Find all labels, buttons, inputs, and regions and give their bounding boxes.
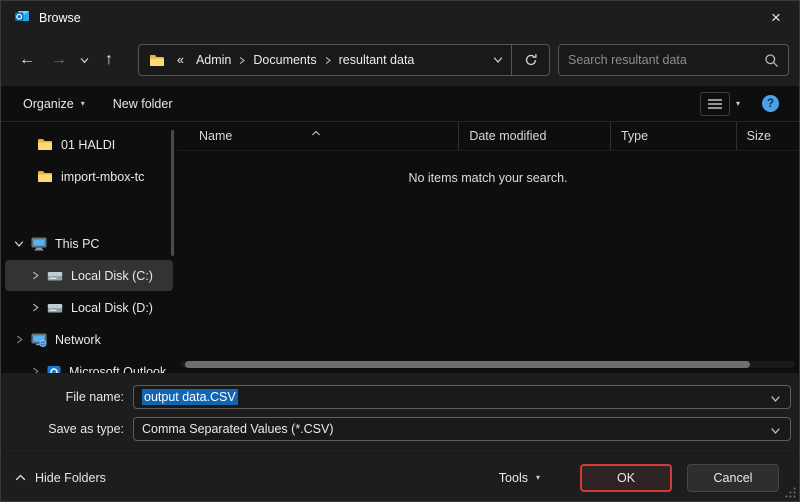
this-pc-icon — [31, 237, 47, 251]
forward-button[interactable]: → — [43, 45, 75, 76]
hide-folders-button[interactable]: Hide Folders — [15, 471, 106, 485]
file-name-value: output data.CSV — [142, 389, 238, 405]
browse-dialog: Browse × ← → ↑ « Admin Documents — [0, 0, 800, 502]
command-bar: Organize ▾ New folder ▾ ? — [1, 86, 799, 122]
tree-item-label: import-mbox-tc — [61, 170, 144, 184]
horizontal-scrollbar-thumb[interactable] — [185, 361, 750, 368]
breadcrumb-item-admin[interactable]: Admin — [190, 53, 237, 67]
save-as-type-select[interactable]: Comma Separated Values (*.CSV) — [133, 417, 791, 441]
help-button[interactable]: ? — [762, 95, 779, 112]
horizontal-scrollbar[interactable] — [181, 361, 795, 368]
breadcrumb-item-documents[interactable]: Documents — [247, 53, 322, 67]
folder-icon — [37, 138, 53, 151]
save-fields: File name: output data.CSV Save as type:… — [1, 373, 799, 453]
save-as-type-value: Comma Separated Values (*.CSV) — [142, 422, 334, 436]
tools-button[interactable]: Tools ▾ — [499, 471, 540, 485]
list-view-icon — [707, 97, 723, 111]
column-headers: Name Date modified Type Size — [177, 122, 799, 151]
chevron-down-icon[interactable] — [770, 425, 781, 439]
tree-item-network[interactable]: Network — [5, 324, 173, 355]
chevron-right-icon[interactable] — [29, 303, 41, 312]
address-dropdown-button[interactable] — [485, 45, 511, 75]
main-content: 01 HALDI import-mbox-tc This PC — [1, 122, 799, 373]
chevron-down-icon: ▾ — [536, 473, 540, 482]
back-button[interactable]: ← — [11, 45, 43, 76]
search-icon[interactable] — [764, 53, 779, 68]
tree-item-label: This PC — [55, 237, 99, 251]
cancel-button[interactable]: Cancel — [687, 464, 779, 492]
tree-item-import-mbox[interactable]: import-mbox-tc — [5, 161, 173, 192]
file-name-input[interactable]: output data.CSV — [133, 385, 791, 409]
view-dropdown-button[interactable]: ▾ — [730, 99, 746, 108]
new-folder-label: New folder — [113, 97, 173, 111]
tree-item-microsoft-outlook[interactable]: Microsoft Outlook — [5, 356, 173, 373]
tree-item-label: Local Disk (C:) — [71, 269, 153, 283]
hide-folders-label: Hide Folders — [35, 471, 106, 485]
chevron-down-icon — [493, 55, 503, 65]
chevron-up-icon — [15, 474, 26, 481]
file-name-label: File name: — [1, 390, 133, 404]
drive-icon — [47, 270, 63, 282]
close-button[interactable]: × — [753, 1, 799, 34]
chevron-down-icon[interactable] — [13, 239, 25, 249]
search-box — [558, 44, 789, 76]
outlook-icon — [14, 8, 30, 27]
up-button[interactable]: ↑ — [93, 45, 125, 76]
tree-spacer — [1, 193, 177, 227]
tree-item-label: Microsoft Outlook — [69, 365, 166, 374]
new-folder-button[interactable]: New folder — [103, 91, 183, 117]
breadcrumb-item-resultant-data[interactable]: resultant data — [333, 53, 421, 67]
chevron-right-icon[interactable] — [29, 271, 41, 280]
recent-locations-button[interactable] — [75, 45, 93, 76]
ok-button[interactable]: OK — [580, 464, 672, 492]
refresh-button[interactable] — [512, 45, 549, 75]
tree-item-local-disk-c[interactable]: Local Disk (C:) — [5, 260, 173, 291]
network-icon — [31, 333, 47, 347]
tree-item-label: 01 HALDI — [61, 138, 115, 152]
titlebar: Browse × — [1, 1, 799, 34]
chevron-right-icon[interactable] — [29, 367, 41, 373]
empty-message: No items match your search. — [177, 151, 799, 185]
resize-grip[interactable] — [785, 487, 796, 498]
address-bar[interactable]: « Admin Documents resultant data — [138, 44, 550, 76]
change-view-button[interactable] — [700, 92, 730, 116]
chevron-right-icon — [323, 56, 333, 65]
footer: Hide Folders Tools ▾ OK Cancel — [1, 453, 799, 501]
sidebar-scrollbar[interactable] — [171, 130, 174, 256]
column-header-type[interactable]: Type — [610, 122, 736, 150]
save-as-type-label: Save as type: — [1, 422, 133, 436]
refresh-icon — [524, 53, 538, 67]
column-header-date-modified[interactable]: Date modified — [458, 122, 610, 150]
current-folder-icon — [149, 54, 165, 67]
tree-item-local-disk-d[interactable]: Local Disk (D:) — [5, 292, 173, 323]
tree-item-label: Local Disk (D:) — [71, 301, 153, 315]
navigation-pane: 01 HALDI import-mbox-tc This PC — [1, 122, 177, 373]
tree-item-01-haldi[interactable]: 01 HALDI — [5, 129, 173, 160]
breadcrumb-overflow[interactable]: « — [171, 53, 190, 67]
file-list: Name Date modified Type Size No items ma… — [177, 122, 799, 373]
window-title: Browse — [39, 11, 81, 25]
chevron-down-icon: ▾ — [81, 99, 85, 108]
chevron-down-icon[interactable] — [770, 393, 781, 407]
folder-icon — [37, 170, 53, 183]
chevron-down-icon — [80, 56, 89, 65]
drive-icon — [47, 302, 63, 314]
tools-label: Tools — [499, 471, 528, 485]
outlook-app-icon — [47, 365, 61, 374]
chevron-right-icon — [237, 56, 247, 65]
tree-item-label: Network — [55, 333, 101, 347]
navigation-toolbar: ← → ↑ « Admin Documents resultant data — [1, 34, 799, 86]
search-input[interactable] — [568, 53, 764, 67]
organize-button[interactable]: Organize ▾ — [13, 91, 95, 117]
tree-item-this-pc[interactable]: This PC — [5, 228, 173, 259]
organize-label: Organize — [23, 97, 74, 111]
column-header-size[interactable]: Size — [736, 122, 799, 150]
sort-ascending-icon — [311, 124, 321, 139]
chevron-right-icon[interactable] — [13, 335, 25, 344]
